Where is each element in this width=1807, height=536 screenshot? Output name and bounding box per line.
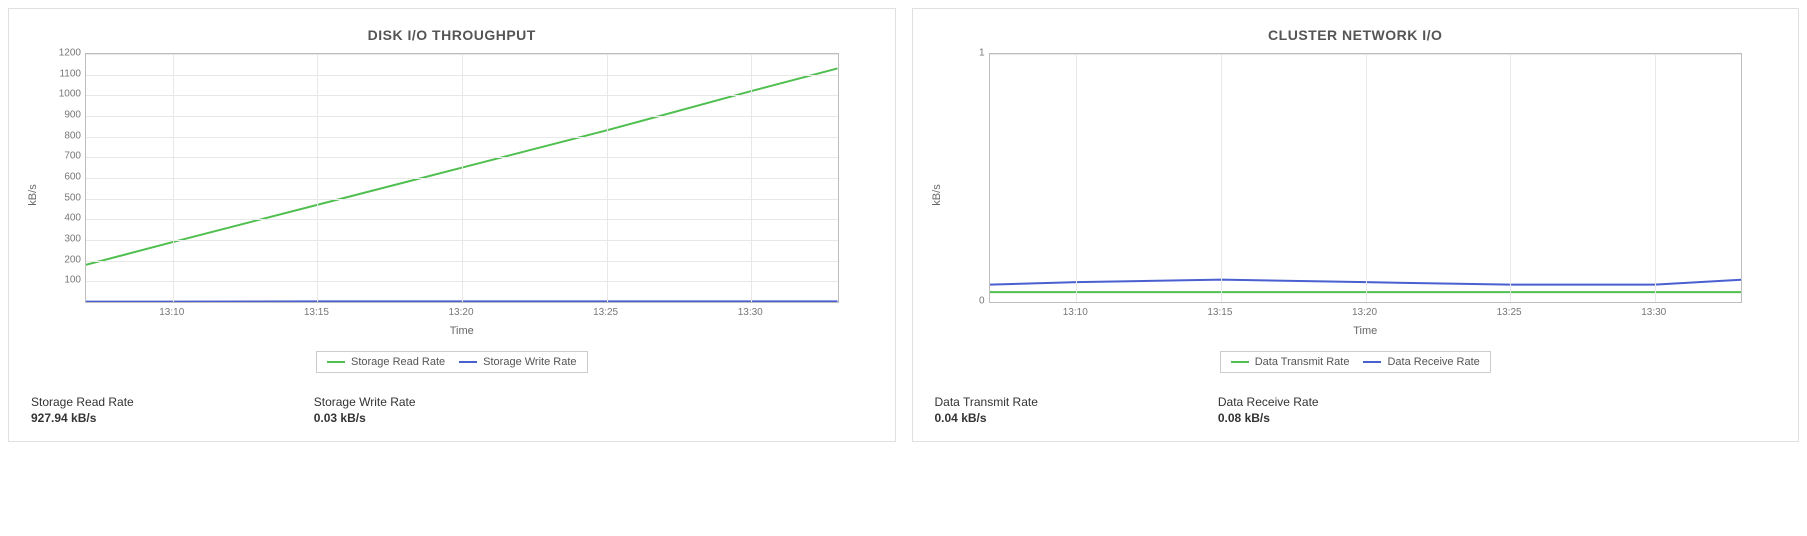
y-tick-label: 800 — [37, 130, 81, 141]
legend-item[interactable]: Storage Read Rate — [327, 356, 445, 368]
x-tick-label: 13:30 — [738, 307, 763, 318]
y-tick-label: 900 — [37, 110, 81, 121]
chart-panels: DISK I/O THROUGHPUT kB/s 100200300400500… — [8, 8, 1799, 442]
stat-block: Data Transmit Rate 0.04 kB/s — [935, 395, 1038, 425]
stat-label: Data Transmit Rate — [935, 395, 1038, 409]
y-tick-label: 0 — [941, 296, 985, 307]
stat-label: Data Receive Rate — [1218, 395, 1319, 409]
stat-block: Data Receive Rate 0.08 kB/s — [1218, 395, 1319, 425]
x-ticks: 13:10 13:15 13:20 13:25 13:30 — [989, 307, 1743, 323]
legend-swatch-icon — [1231, 361, 1249, 363]
stat-value: 0.03 kB/s — [314, 411, 416, 425]
legend-label: Data Transmit Rate — [1255, 356, 1350, 368]
x-tick-label: 13:25 — [593, 307, 618, 318]
x-axis-label: Time — [989, 325, 1743, 337]
plot-area[interactable] — [85, 53, 839, 303]
x-tick-label: 13:10 — [159, 307, 184, 318]
legend: Data Transmit Rate Data Receive Rate — [929, 351, 1783, 373]
chart-title: DISK I/O THROUGHPUT — [25, 27, 879, 43]
y-tick-label: 400 — [37, 213, 81, 224]
legend-item[interactable]: Data Receive Rate — [1363, 356, 1479, 368]
y-tick-label: 1200 — [37, 48, 81, 59]
legend-swatch-icon — [327, 361, 345, 363]
x-ticks: 13:10 13:15 13:20 13:25 13:30 — [85, 307, 839, 323]
legend-label: Storage Read Rate — [351, 356, 445, 368]
y-tick-label: 600 — [37, 172, 81, 183]
legend-swatch-icon — [459, 361, 477, 363]
chart-title: CLUSTER NETWORK I/O — [929, 27, 1783, 43]
y-tick-label: 1000 — [37, 89, 81, 100]
x-tick-label: 13:20 — [1352, 307, 1377, 318]
stat-label: Storage Write Rate — [314, 395, 416, 409]
y-tick-label: 300 — [37, 234, 81, 245]
network-io-panel: CLUSTER NETWORK I/O kB/s 01 13:1013:1513… — [912, 8, 1800, 442]
x-tick-label: 13:15 — [304, 307, 329, 318]
plot-area[interactable] — [989, 53, 1743, 303]
chart-wrap: kB/s 01 13:1013:1513:2013:2513:30 Time — [989, 53, 1743, 337]
legend: Storage Read Rate Storage Write Rate — [25, 351, 879, 373]
y-tick-label: 500 — [37, 192, 81, 203]
stat-value: 927.94 kB/s — [31, 411, 134, 425]
stats-row: Data Transmit Rate 0.04 kB/s Data Receiv… — [929, 395, 1783, 425]
disk-io-panel: DISK I/O THROUGHPUT kB/s 100200300400500… — [8, 8, 896, 442]
chart-wrap: kB/s 10020030040050060070080090010001100… — [85, 53, 839, 337]
stat-value: 0.08 kB/s — [1218, 411, 1319, 425]
stat-value: 0.04 kB/s — [935, 411, 1038, 425]
y-tick-label: 1 — [941, 48, 985, 59]
x-tick-label: 13:15 — [1207, 307, 1232, 318]
y-tick-label: 100 — [37, 275, 81, 286]
y-tick-label: 1100 — [37, 68, 81, 79]
y-ticks: 01 — [941, 53, 985, 337]
stat-label: Storage Read Rate — [31, 395, 134, 409]
x-axis-label: Time — [85, 325, 839, 337]
stat-block: Storage Write Rate 0.03 kB/s — [314, 395, 416, 425]
legend-label: Data Receive Rate — [1387, 356, 1479, 368]
y-tick-label: 200 — [37, 254, 81, 265]
y-tick-label: 700 — [37, 151, 81, 162]
x-tick-label: 13:20 — [448, 307, 473, 318]
legend-label: Storage Write Rate — [483, 356, 576, 368]
legend-swatch-icon — [1363, 361, 1381, 363]
x-tick-label: 13:25 — [1497, 307, 1522, 318]
stat-block: Storage Read Rate 927.94 kB/s — [31, 395, 134, 425]
stats-row: Storage Read Rate 927.94 kB/s Storage Wr… — [25, 395, 879, 425]
legend-item[interactable]: Storage Write Rate — [459, 356, 576, 368]
legend-item[interactable]: Data Transmit Rate — [1231, 356, 1350, 368]
x-tick-label: 13:10 — [1063, 307, 1088, 318]
x-tick-label: 13:30 — [1641, 307, 1666, 318]
y-ticks: 100200300400500600700800900100011001200 — [37, 53, 81, 337]
